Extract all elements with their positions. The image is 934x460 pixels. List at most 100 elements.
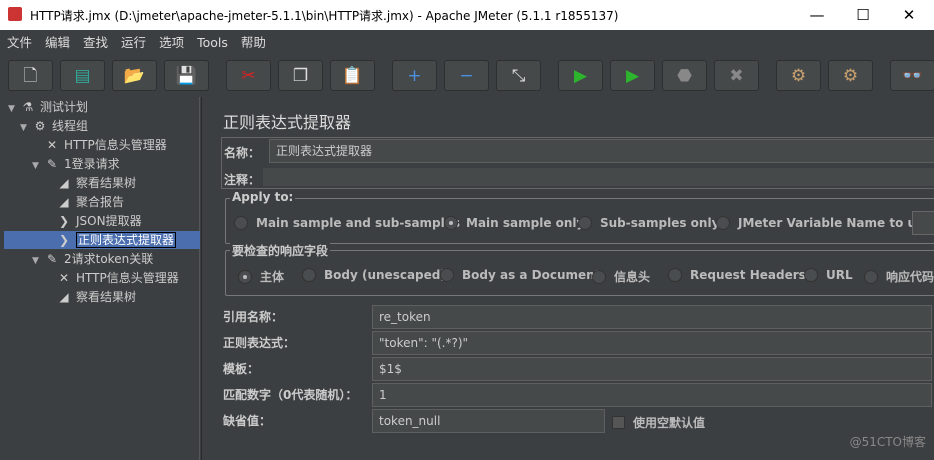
tree-node[interactable]: ▼ ⚗ 测试计划 [8,98,88,116]
apply-to-legend: Apply to: [230,190,296,204]
new-button[interactable]: 🗋 [8,60,53,91]
expand-arrow-icon[interactable]: ▼ [20,119,32,137]
collapse-icon: − [459,66,474,86]
tree-node[interactable]: ❯ 正则表达式提取器 [4,231,200,249]
start-button[interactable]: ▶ [558,60,603,91]
menu-item[interactable]: Tools [190,33,234,50]
radio-option[interactable]: 主体 [238,268,284,285]
tools-icon: ✕ [46,138,58,152]
tree-node[interactable]: ❯ JSON提取器 [44,212,142,230]
radio-option[interactable]: Main sample only [444,216,584,230]
radio-button[interactable] [238,270,252,284]
tools-icon: ✕ [58,271,70,285]
cut-button[interactable]: ✂ [226,60,271,91]
name-label: 名称： [224,146,261,160]
template-input[interactable]: $1$ [372,357,932,381]
toggle-button[interactable]: ⤡ [496,60,541,91]
search-button[interactable]: 👓 [890,60,934,91]
maximize-button[interactable]: ☐ [840,0,886,30]
expand-icon: + [407,66,422,86]
radio-button[interactable] [716,216,730,230]
menu-item[interactable]: 编辑 [38,30,76,51]
response-field-group: 要检查的响应字段 主体 Body (unescaped) Body as a Doc… [225,242,934,296]
expand-button[interactable]: + [392,60,437,91]
tree-node[interactable]: ▼ ✎ 1登录请求 [32,155,120,173]
tree-node[interactable]: ▼ ⚙ 线程组 [20,117,88,135]
tree-node[interactable]: ▼ ✎ 2请求token关联 [32,250,153,268]
save-button[interactable]: 💾 [164,60,209,91]
page-title: 正则表达式提取器 [223,113,352,132]
clear-all-button[interactable]: ⚙ [828,60,873,91]
start-no-pauses-icon: ▶ [625,66,640,86]
close-button[interactable]: ✕ [886,0,932,30]
radio-option[interactable]: JMeter Variable Name to use [716,216,931,230]
variable-name-input[interactable] [912,211,934,235]
radio-label: Body (unescaped) [324,268,446,282]
menu-item[interactable]: 选项 [152,30,190,51]
radio-option[interactable]: Main sample and sub-samples [234,216,460,230]
open-button[interactable]: 📂 [112,60,157,91]
menu-item[interactable]: 查找 [76,30,114,51]
match-no-input[interactable]: 1 [372,383,932,407]
radio-button[interactable] [302,268,316,282]
name-input[interactable]: 正则表达式提取器 [269,139,934,163]
radio-button[interactable] [444,216,458,230]
clear-all-icon: ⚙ [842,66,859,86]
radio-option[interactable]: Sub-samples only [578,216,719,230]
menu-item[interactable]: 帮助 [234,30,272,51]
radio-option[interactable]: Request Headers [668,268,806,282]
radio-button[interactable] [592,270,606,284]
stop-button[interactable]: ⬣ [662,60,707,91]
checkbox-box[interactable] [612,416,625,429]
radio-option[interactable]: URL [804,268,853,282]
collapse-button[interactable]: − [444,60,489,91]
clear-button[interactable]: ⚙ [776,60,821,91]
use-empty-default-label: 使用空默认值 [633,416,706,430]
radio-label: Main sample only [466,216,585,230]
expand-arrow-icon[interactable]: ▼ [8,100,20,118]
ref-name-input[interactable]: re_token [372,305,932,329]
title-bar: HTTP请求.jmx (D:\jmeter\apache-jmeter-5.1.… [0,0,934,30]
radio-button[interactable] [864,270,878,284]
radio-button[interactable] [668,268,682,282]
copy-icon: ❐ [292,66,309,86]
radio-option[interactable]: Body (unescaped) [302,268,446,282]
tree-node[interactable]: ◢ 聚合报告 [44,193,124,211]
radio-label: 主体 [260,270,285,284]
ref-name-label: 引用名称： [223,310,284,324]
radio-button[interactable] [440,268,454,282]
tree-node[interactable]: ◢ 察看结果树 [44,174,136,192]
radio-option[interactable]: 响应代码 [864,268,934,285]
default-value-input[interactable]: token_null [372,409,605,433]
templates-icon: ▤ [74,66,91,86]
start-no-pauses-button[interactable]: ▶ [610,60,655,91]
tree-node[interactable]: ✕ HTTP信息头管理器 [44,269,179,287]
default-value-label: 缺省值： [223,414,272,428]
radio-button[interactable] [578,216,592,230]
graph-icon: ◢ [59,195,69,209]
templates-button[interactable]: ▤ [60,60,105,91]
copy-button[interactable]: ❐ [278,60,323,91]
tree-node-label: 1登录请求 [64,157,120,171]
tree-node-label: 2请求token关联 [64,252,154,266]
radio-option[interactable]: Body as a Document [440,268,600,282]
radio-label: Request Headers [690,268,806,282]
paste-button[interactable]: 📋 [330,60,375,91]
comment-input[interactable] [263,168,934,186]
minimize-button[interactable]: — [794,0,840,30]
expand-arrow-icon[interactable]: ▼ [32,157,44,175]
radio-button[interactable] [234,216,248,230]
split-pane-divider[interactable] [201,97,211,460]
menu-item[interactable]: 文件 [0,30,38,51]
regex-input[interactable]: "token": "(.*?)" [372,331,932,355]
radio-option[interactable]: 信息头 [592,268,650,285]
regex-label: 正则表达式： [223,336,296,350]
expand-arrow-icon[interactable]: ▼ [32,252,44,270]
tree-node[interactable]: ◢ 察看结果树 [44,288,136,306]
menu-item[interactable]: 运行 [114,30,152,51]
use-empty-default-checkbox[interactable]: 使用空默认值 [612,414,705,431]
radio-button[interactable] [804,268,818,282]
shutdown-button[interactable]: ✖ [714,60,759,91]
tree-node-label: 线程组 [52,119,89,133]
tree-node[interactable]: ✕ HTTP信息头管理器 [32,136,167,154]
